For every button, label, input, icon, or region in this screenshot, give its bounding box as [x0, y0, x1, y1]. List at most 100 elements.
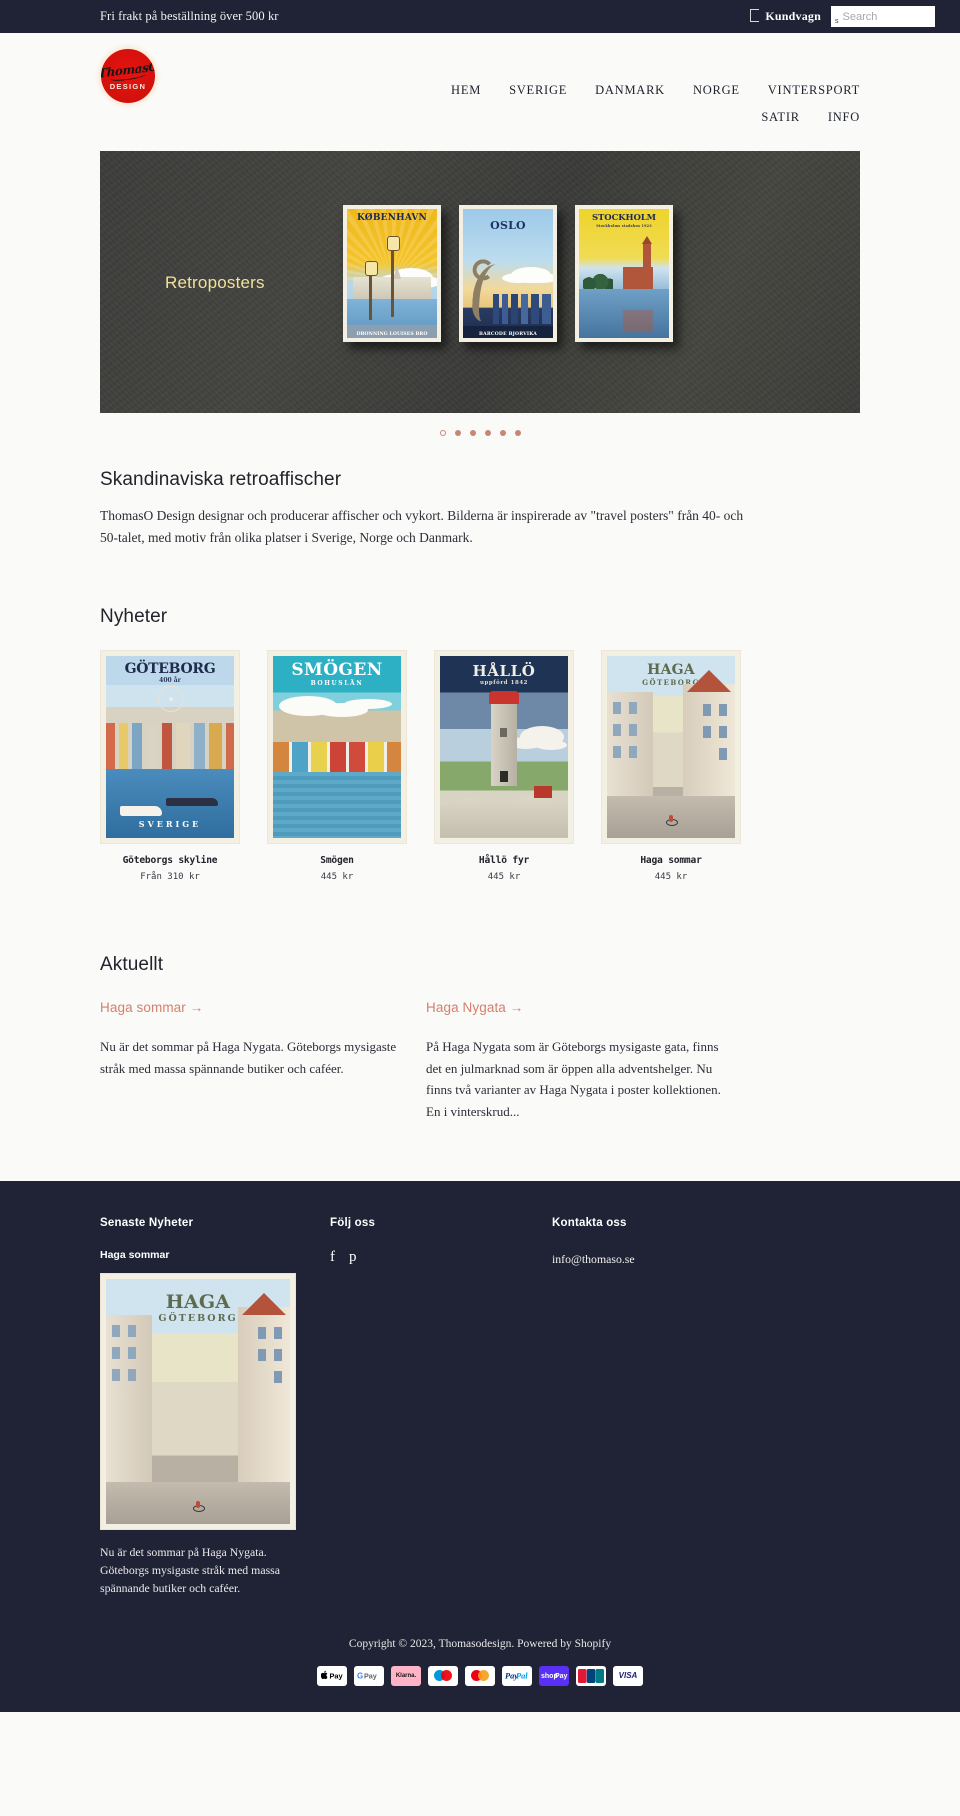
product-art-footer: SVERIGE: [138, 818, 202, 829]
blog-grid: Haga sommar → Nu är det sommar på Haga N…: [100, 1000, 860, 1123]
facebook-icon[interactable]: f: [330, 1249, 335, 1266]
search-icon: s: [835, 18, 839, 25]
product-art-header: SMÖGEN: [291, 659, 383, 680]
nav-item-vintersport[interactable]: VINTERSPORT: [768, 83, 860, 98]
product-image: HAGA GÖTEBORG: [601, 649, 741, 844]
shop-name-link[interactable]: Thomasodesign: [439, 1638, 512, 1650]
poster-subtitle-kobenhavn: DRONNING LOUISES BRO: [356, 332, 428, 337]
footer-col-news: Senaste Nyheter Haga sommar HAGA GÖTEBOR…: [100, 1217, 330, 1598]
contact-email[interactable]: info@thomaso.se: [552, 1252, 860, 1267]
footer-post-caption: Nu är det sommar på Haga Nygata. Götebor…: [100, 1545, 280, 1595]
windows-left: [613, 701, 621, 714]
product-grid: GÖTEBORG 400 år SVERIGE Göteborgs skylin…: [100, 649, 860, 882]
product-card-goteborgs-skyline[interactable]: GÖTEBORG 400 år SVERIGE Göteborgs skylin…: [100, 649, 240, 882]
poster-cloud: [511, 267, 551, 284]
windows-right: [719, 703, 727, 716]
nav-row-primary: HEM SVERIGE DANMARK NORGE VINTERSPORT: [451, 83, 860, 98]
product-art-sub: 400 år: [159, 676, 181, 684]
site-logo[interactable]: ThomasO DESIGN: [101, 49, 155, 103]
product-card-smogen[interactable]: SMÖGEN BOHUSLÄN Smögen 445 kr: [267, 649, 407, 882]
cart-button[interactable]: Kundvagn: [750, 9, 821, 24]
carousel-dot-1[interactable]: [439, 430, 446, 436]
poster-subtitle-oslo: BARCODE BJORVIKA: [478, 332, 537, 337]
carousel-dot-5[interactable]: [499, 430, 506, 436]
poster-viking-ship: [471, 262, 511, 324]
product-image: HÅLLÖ uppförd 1842: [434, 649, 574, 844]
footer-post-thumbnail[interactable]: HAGA GÖTEBORG: [100, 1273, 296, 1531]
platform-link[interactable]: Shopify: [575, 1638, 611, 1650]
blog-post-haga-sommar: Haga sommar → Nu är det sommar på Haga N…: [100, 1000, 408, 1123]
carousel-dot-3[interactable]: [469, 430, 476, 436]
copyright-mid: . Powered by: [511, 1637, 575, 1650]
site-footer: Senaste Nyheter Haga sommar HAGA GÖTEBOR…: [0, 1181, 960, 1712]
product-art-sub: uppförd 1842: [479, 679, 529, 686]
footer-bottom: Copyright © 2023, Thomasodesign. Powered…: [100, 1598, 860, 1712]
products-section: Nyheter GÖTEBORG 400 år SVERIGE Göteborg…: [0, 606, 960, 882]
footer-heading-news: Senaste Nyheter: [100, 1217, 194, 1230]
blog-section: Aktuellt Haga sommar → Nu är det sommar …: [0, 954, 960, 1123]
product-title: Haga sommar: [640, 854, 702, 866]
hero-title: Retroposters: [165, 273, 265, 292]
red-shed: [534, 785, 552, 798]
product-image: GÖTEBORG 400 år SVERIGE: [100, 649, 240, 844]
carousel-dot-4[interactable]: [484, 430, 491, 436]
boat-houses: [273, 742, 401, 773]
hero-poster-stockholm: STOCKHOLM Stockholms stadshus 1923: [575, 205, 673, 342]
carousel-dot-2[interactable]: [454, 430, 461, 436]
blog-link[interactable]: Haga sommar →: [100, 1000, 408, 1015]
nav-item-danmark[interactable]: DANMARK: [595, 83, 665, 98]
building-right: [238, 1307, 290, 1511]
cart-icon: [750, 9, 760, 22]
nav-item-norge[interactable]: NORGE: [693, 83, 740, 98]
pinterest-icon[interactable]: p: [349, 1249, 357, 1266]
nav-item-hem[interactable]: HEM: [451, 83, 481, 98]
search-box[interactable]: s: [831, 6, 935, 27]
poster-subtitle-stockholm: Stockholms stadshus 1923: [596, 224, 652, 228]
free-shipping-text: Fri frakt på beställning över 500 kr: [100, 9, 279, 23]
cart-label: Kundvagn: [765, 9, 821, 23]
hero-poster-row: KØBENHAVN DRONNING LOUISES BRO OSLO BARC…: [343, 205, 673, 342]
svg-text:Pay: Pay: [330, 1672, 344, 1681]
search-input[interactable]: [842, 10, 931, 23]
nav-item-sverige[interactable]: SVERIGE: [509, 83, 567, 98]
hero-banner[interactable]: Retroposters KØBENHAVN DRONNING LOUISES …: [100, 151, 860, 413]
social-links: f p: [330, 1249, 552, 1266]
footer-columns: Senaste Nyheter Haga sommar HAGA GÖTEBOR…: [100, 1217, 860, 1598]
product-art-header: GÖTEBORG: [124, 660, 216, 677]
poster-lamp-small: [365, 260, 378, 320]
product-price: 445 kr: [487, 871, 521, 882]
poster-trees: [583, 272, 613, 289]
lighthouse-door: [500, 770, 508, 782]
windows-left: [112, 1325, 120, 1338]
building-left: [106, 1315, 152, 1509]
announcement-actions: Kundvagn s: [750, 6, 935, 27]
clouds: [279, 695, 337, 716]
svg-text:Pay: Pay: [555, 1673, 568, 1680]
hero-poster-kobenhavn: KØBENHAVN DRONNING LOUISES BRO: [343, 205, 441, 342]
product-card-haga-sommar[interactable]: HAGA GÖTEBORG Haga sommar 445 kr: [601, 649, 741, 882]
lighthouse: [489, 690, 519, 786]
carousel-dot-6[interactable]: [514, 430, 521, 436]
footer-heading-contact: Kontakta oss: [552, 1217, 627, 1230]
blog-link[interactable]: Haga Nygata →: [426, 1000, 734, 1015]
carousel-dots: [100, 430, 860, 436]
nav-item-info[interactable]: INFO: [828, 110, 860, 125]
poster-spire: [393, 265, 401, 280]
rocks: [440, 795, 568, 838]
nav-item-satir[interactable]: SATIR: [761, 110, 799, 125]
logo-subtitle: DESIGN: [109, 81, 147, 91]
city-skyline: [106, 706, 234, 769]
blog-excerpt: På Haga Nygata som är Göteborgs mysigast…: [426, 1038, 721, 1120]
footer-heading-social: Följ oss: [330, 1217, 376, 1230]
maestro-icon: [428, 1665, 458, 1686]
intro-section: Skandinaviska retroaffischer ThomasO Des…: [0, 469, 960, 549]
mastercard-icon: [465, 1665, 495, 1686]
unionpay-icon: [576, 1665, 606, 1686]
paypal-icon: Pay Pal: [502, 1665, 532, 1686]
roof: [687, 669, 731, 692]
product-card-hallo-fyr[interactable]: HÅLLÖ uppförd 1842 Hållö fyr 445 kr: [434, 649, 574, 882]
product-art-header: HÅLLÖ: [472, 661, 536, 680]
footer-post-title[interactable]: Haga sommar: [100, 1249, 330, 1261]
footer-col-social: Följ oss f p: [330, 1217, 552, 1598]
water: [273, 772, 401, 838]
